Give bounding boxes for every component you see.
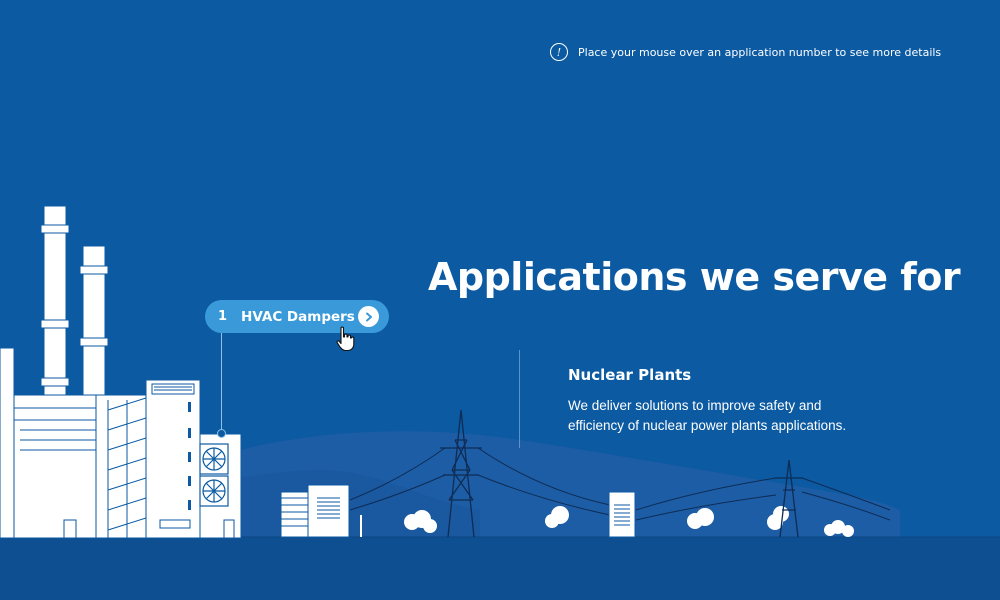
divider-line (519, 350, 520, 448)
info-icon: ! (550, 43, 568, 61)
ground (0, 537, 1000, 600)
hotspot-connector (221, 333, 222, 431)
hotspot-label: HVAC Dampers (241, 308, 355, 325)
page-title: Applications we serve for (428, 255, 961, 299)
hotspot-number: 1 (218, 309, 228, 324)
industrial-illustration (0, 205, 1000, 600)
chimney-right (79, 245, 109, 407)
hover-hint: ! Place your mouse over an application n… (550, 43, 941, 61)
industry-description: We deliver solutions to improve safety a… (568, 398, 847, 433)
applications-stage: ! Place your mouse over an application n… (0, 0, 1000, 600)
hand-cursor-icon (336, 326, 355, 352)
hotspot-marker[interactable] (217, 429, 226, 438)
application-hotspot-hvac-dampers[interactable]: 1 HVAC Dampers (205, 300, 389, 333)
transformer-box (280, 484, 350, 538)
industry-title: Nuclear Plants (568, 366, 692, 384)
utility-cabinet (608, 491, 636, 538)
chevron-right-icon[interactable] (358, 306, 379, 327)
chimney-left (40, 205, 70, 407)
left-building (0, 347, 15, 539)
hover-hint-text: Place your mouse over an application num… (578, 45, 942, 59)
